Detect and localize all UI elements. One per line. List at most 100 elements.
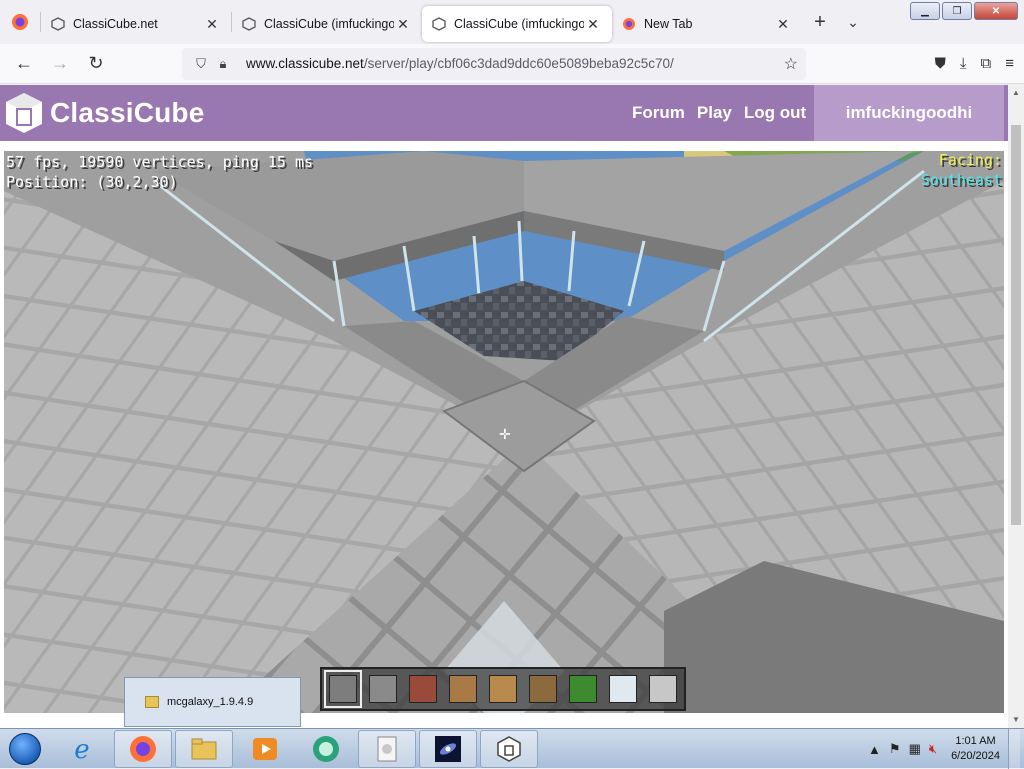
taskbar-thumbnail-popup[interactable]: mcgalaxy_1.9.4.9 [124, 677, 301, 727]
tab-classicube-play-2[interactable]: ClassiCube (imfuckingoo ✕ [422, 6, 612, 42]
close-icon[interactable]: ✕ [394, 16, 412, 33]
taskbar-internet-explorer[interactable]: e [53, 730, 111, 768]
url-path: /server/play/cbf06c3dad9ddc60e5089beba92… [363, 56, 674, 71]
document-icon [377, 736, 397, 761]
block-icon [329, 675, 357, 703]
hotbar-slot[interactable] [484, 670, 522, 708]
taskbar-media-player[interactable] [236, 730, 294, 768]
minimize-button[interactable]: ▁ [910, 2, 940, 20]
pocket-icon[interactable]: ⛊ [935, 55, 946, 72]
block-icon [369, 675, 397, 703]
network-icon[interactable]: ▦ [909, 741, 921, 757]
clock-time: 1:01 AM [955, 735, 996, 747]
hotbar-slot[interactable] [364, 670, 402, 708]
nav-forum-link[interactable]: Forum [632, 103, 685, 123]
cube-icon [242, 17, 256, 31]
taskbar-app-globe[interactable] [297, 730, 355, 768]
close-icon[interactable]: ✕ [203, 16, 221, 33]
cube-icon [432, 17, 446, 31]
extensions-icon[interactable]: ⧉ [981, 55, 992, 72]
url-bar[interactable]: ⛉ 🔒︎ www.classicube.net/server/play/cbf0… [182, 47, 806, 80]
firefox-view-button[interactable] [0, 0, 40, 44]
galaxy-icon [435, 735, 461, 762]
start-button[interactable] [0, 729, 50, 769]
web-page: ClassiCube Forum Play Log out imfuckingo… [0, 85, 1008, 728]
taskbar-galaxy-app[interactable] [419, 729, 477, 768]
close-icon[interactable]: ✕ [774, 16, 792, 33]
scroll-down-arrow-icon[interactable]: ▼ [1008, 712, 1024, 728]
tab-strip: ClassiCube.net ✕ ClassiCube (imfuckingoo… [0, 0, 1024, 44]
folder-icon [145, 696, 159, 708]
forward-button[interactable]: → [42, 48, 78, 80]
tab-title: ClassiCube (imfuckingoo [454, 17, 584, 31]
tab-classicube-play-1[interactable]: ClassiCube (imfuckingoo ✕ [232, 6, 422, 42]
list-all-tabs-button[interactable]: ⌄ [838, 14, 868, 31]
svg-text:e: e [74, 735, 89, 764]
crosshair-icon: ✛ [499, 426, 511, 442]
nav-play-link[interactable]: Play [697, 103, 732, 123]
firefox-icon [623, 18, 635, 30]
taskbar-classicube-app[interactable] [480, 729, 538, 768]
game-canvas[interactable]: 57 fps, 19590 vertices, ping 15 ms Posit… [4, 151, 1004, 713]
block-icon [609, 675, 637, 703]
close-icon[interactable]: ✕ [584, 16, 602, 33]
clock[interactable]: 1:01 AM 6/20/2024 [951, 734, 1000, 764]
classicube-logo-icon[interactable] [4, 91, 44, 135]
block-icon [449, 675, 477, 703]
window-controls: ▁ ❐ ✕ [910, 2, 1018, 20]
system-tray: ▲ ⚑ ▦ 🔇︎ 1:01 AM 6/20/2024 [868, 729, 1024, 769]
hotbar-slot[interactable] [564, 670, 602, 708]
taskbar-firefox[interactable] [114, 729, 172, 768]
hotbar-slot[interactable] [644, 670, 682, 708]
navigation-bar: ← → ↻ ⛉ 🔒︎ www.classicube.net/server/pla… [0, 44, 1024, 84]
taskbar-file-explorer[interactable] [175, 729, 233, 768]
hotbar-slot[interactable] [604, 670, 642, 708]
volume-muted-icon[interactable]: 🔇︎ [929, 741, 937, 757]
popup-label: mcgalaxy_1.9.4.9 [167, 696, 254, 708]
back-button[interactable]: ← [6, 48, 42, 80]
shield-icon[interactable]: ⛉ [190, 56, 212, 72]
lock-icon[interactable]: 🔒︎ [212, 56, 234, 72]
site-header: ClassiCube Forum Play Log out imfuckingo… [0, 85, 1008, 141]
facing-value: Southeast [920, 171, 1002, 189]
downloads-icon[interactable]: ⤓ [960, 55, 967, 72]
hotbar-slot[interactable] [324, 670, 362, 708]
restore-button[interactable]: ❐ [942, 2, 972, 20]
toolbar-right: ⛊ ⤓ ⧉ ≡ [935, 55, 1014, 72]
firefox-icon [130, 735, 156, 762]
block-icon [489, 675, 517, 703]
debug-stats: 57 fps, 19590 vertices, ping 15 ms [6, 153, 314, 171]
show-hidden-icons-icon[interactable]: ▲ [868, 742, 881, 757]
tab-classicube-net[interactable]: ClassiCube.net ✕ [41, 6, 231, 42]
bookmark-star-icon[interactable]: ☆ [784, 54, 798, 74]
show-desktop-button[interactable] [1008, 729, 1020, 769]
scrollbar-thumb[interactable] [1011, 125, 1021, 525]
action-center-flag-icon[interactable]: ⚑ [889, 741, 901, 757]
block-icon [569, 675, 597, 703]
hotbar-slot[interactable] [404, 670, 442, 708]
taskbar-document-app[interactable] [358, 729, 416, 768]
page-scrollbar[interactable]: ▲ ▼ [1008, 85, 1024, 728]
tab-title: ClassiCube.net [73, 17, 158, 31]
tab-title: New Tab [644, 17, 693, 31]
block-icon [529, 675, 557, 703]
facing-label: Facing: [938, 151, 1002, 169]
scroll-up-arrow-icon[interactable]: ▲ [1008, 85, 1024, 101]
site-name[interactable]: ClassiCube [50, 97, 205, 129]
url-text[interactable]: www.classicube.net/server/play/cbf06c3da… [246, 56, 784, 71]
hotbar-slot[interactable] [524, 670, 562, 708]
tab-new-tab[interactable]: New Tab ✕ [612, 6, 802, 42]
hotbar-slot[interactable] [444, 670, 482, 708]
site-nav: Forum Play Log out [632, 85, 806, 141]
nav-logout-link[interactable]: Log out [744, 103, 806, 123]
cube-icon [51, 17, 65, 31]
close-window-button[interactable]: ✕ [974, 2, 1018, 20]
tab-title: ClassiCube (imfuckingoo [264, 17, 394, 31]
internet-explorer-icon: e [74, 735, 89, 764]
windows-logo-icon [9, 732, 41, 765]
menu-icon[interactable]: ≡ [1005, 55, 1014, 72]
reload-button[interactable]: ↻ [78, 48, 114, 80]
new-tab-button[interactable]: + [802, 11, 838, 34]
username-link[interactable]: imfuckingoodhi [814, 85, 1004, 141]
block-icon [649, 675, 677, 703]
